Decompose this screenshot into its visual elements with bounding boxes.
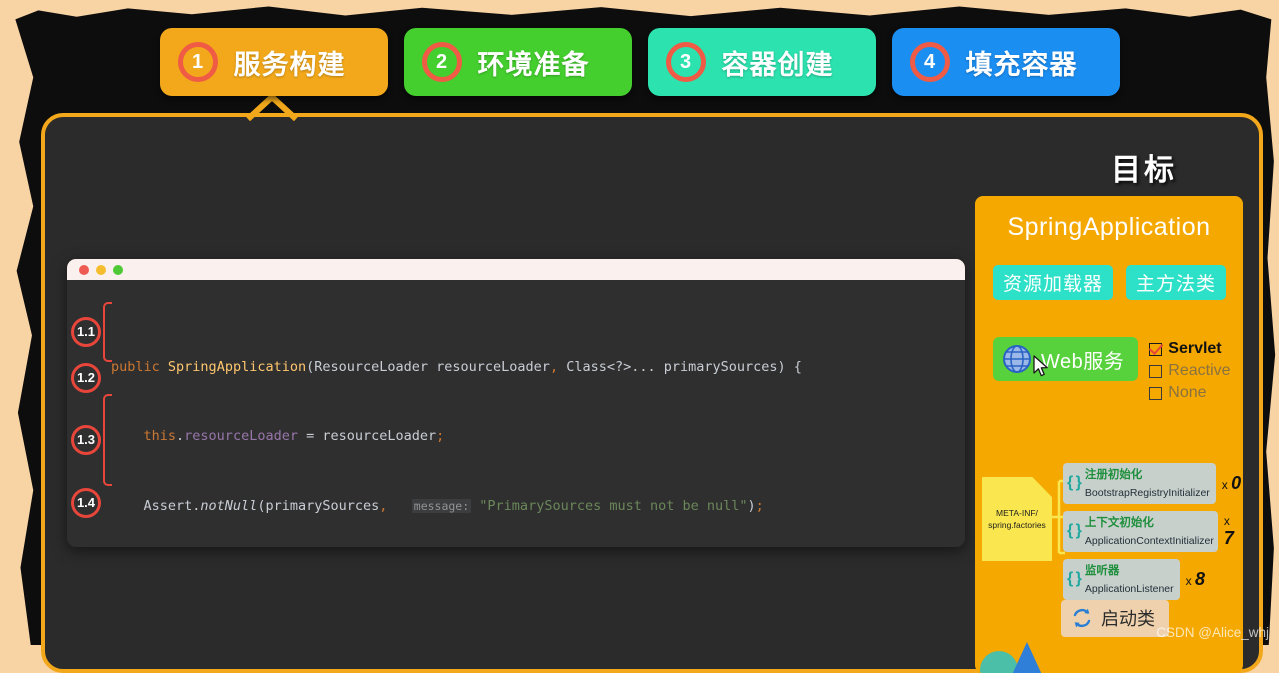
step-marker-1-3: 1.3 <box>71 425 101 455</box>
circle-shape-icon <box>980 651 1018 673</box>
close-icon[interactable] <box>79 265 89 275</box>
checkbox-row-reactive[interactable]: Reactive <box>1149 360 1230 382</box>
chip-main-method-class[interactable]: 主方法类 <box>1126 265 1226 300</box>
main-content-panel: 目标 public SpringApplication(ResourceLoad… <box>41 113 1263 673</box>
globe-icon <box>1002 344 1032 374</box>
web-service-button[interactable]: Web服务 <box>993 337 1138 381</box>
factories-list: { } 注册初始化 BootstrapRegistryInitializer x… <box>1063 463 1243 607</box>
code-window-titlebar <box>67 259 965 280</box>
code-content: public SpringApplication(ResourceLoader … <box>67 280 965 547</box>
factory-en-label: BootstrapRegistryInitializer <box>1085 487 1210 499</box>
factory-chip-bootstrap-registry-initializer[interactable]: { } 注册初始化 BootstrapRegistryInitializer <box>1063 463 1216 504</box>
checkbox-row-none[interactable]: None <box>1149 382 1230 404</box>
code-window: public SpringApplication(ResourceLoader … <box>67 259 965 547</box>
checkbox-none-label: None <box>1168 384 1206 402</box>
tab-step-1[interactable]: 1 服务构建 <box>160 28 388 96</box>
web-service-row: Web服务 Servlet Reactive None <box>993 337 1243 404</box>
factory-count-value: 7 <box>1224 528 1234 548</box>
tab-step-3[interactable]: 3 容器创建 <box>648 28 876 96</box>
active-tab-pointer-icon <box>246 95 298 121</box>
factory-count: x 8 <box>1186 569 1205 590</box>
start-class-label: 启动类 <box>1101 605 1155 631</box>
decorative-shapes <box>975 636 1085 673</box>
spring-application-card: SpringApplication 资源加载器 主方法类 Web服务 <box>975 196 1243 673</box>
step-bracket <box>103 394 112 486</box>
factory-en-label: ApplicationContextInitializer <box>1085 535 1214 547</box>
checkbox-reactive-label: Reactive <box>1168 362 1230 380</box>
step-marker-1-4: 1.4 <box>71 488 101 518</box>
inline-parameter-hint: message: <box>412 499 471 513</box>
tab-step-4[interactable]: 4 填充容器 <box>892 28 1120 96</box>
factory-cn-label: 上下文初始化 <box>1085 517 1154 529</box>
spring-factories-group: META-INF/spring.factories { } 注册初始化 Boot… <box>975 459 1243 579</box>
meta-inf-file-label: META-INF/spring.factories <box>988 507 1046 531</box>
start-class-button[interactable]: 启动类 <box>1061 600 1169 637</box>
curly-braces-icon: { } <box>1067 570 1081 588</box>
maximize-icon[interactable] <box>113 265 123 275</box>
factory-count: x 7 <box>1224 514 1243 549</box>
tab-step-4-number: 4 <box>910 42 950 82</box>
checkbox-reactive-icon[interactable] <box>1149 365 1162 378</box>
step-tabs: 1 服务构建 2 环境准备 3 容器创建 4 填充容器 <box>0 28 1279 96</box>
multiply-symbol: x <box>1186 574 1192 588</box>
tab-step-3-label: 容器创建 <box>722 43 834 82</box>
multiply-symbol: x <box>1224 514 1230 528</box>
factory-count-value: 0 <box>1231 473 1241 493</box>
web-type-checklist: Servlet Reactive None <box>1149 337 1230 404</box>
checkbox-servlet-label: Servlet <box>1168 340 1221 358</box>
factory-count: x 0 <box>1222 473 1241 494</box>
checkbox-none-icon[interactable] <box>1149 387 1162 400</box>
factory-row: { } 监听器 ApplicationListener x 8 <box>1063 559 1243 600</box>
tab-step-2-label: 环境准备 <box>478 43 590 82</box>
factory-en-label: ApplicationListener <box>1085 583 1174 595</box>
card-title: SpringApplication <box>975 213 1243 242</box>
multiply-symbol: x <box>1222 478 1228 492</box>
checkbox-row-servlet[interactable]: Servlet <box>1149 338 1230 360</box>
refresh-cycle-icon <box>1071 607 1093 629</box>
tab-step-3-number: 3 <box>666 42 706 82</box>
factory-chip-application-context-initializer[interactable]: { } 上下文初始化 ApplicationContextInitializer <box>1063 511 1218 552</box>
factory-row: { } 注册初始化 BootstrapRegistryInitializer x… <box>1063 463 1243 504</box>
step-marker-1-1: 1.1 <box>71 317 101 347</box>
card-chip-row: 资源加载器 主方法类 <box>993 265 1243 300</box>
tab-step-1-number: 1 <box>178 42 218 82</box>
factory-cn-label: 注册初始化 <box>1085 469 1143 481</box>
code-line: Assert.notNull(primarySources, message: … <box>67 495 965 518</box>
tab-step-4-label: 填充容器 <box>966 43 1078 82</box>
step-bracket <box>103 302 112 362</box>
factory-count-value: 8 <box>1195 569 1205 589</box>
tab-step-1-label: 服务构建 <box>234 43 346 82</box>
tab-step-2[interactable]: 2 环境准备 <box>404 28 632 96</box>
factory-row: { } 上下文初始化 ApplicationContextInitializer… <box>1063 511 1243 552</box>
watermark: CSDN @Alice_whj <box>1156 625 1269 640</box>
factory-chip-application-listener[interactable]: { } 监听器 ApplicationListener <box>1063 559 1180 600</box>
page-title: 目标 <box>1111 145 1177 189</box>
curly-braces-icon: { } <box>1067 474 1081 492</box>
step-marker-1-2: 1.2 <box>71 363 101 393</box>
curly-braces-icon: { } <box>1067 522 1081 540</box>
tab-step-2-number: 2 <box>422 42 462 82</box>
chip-resource-loader[interactable]: 资源加载器 <box>993 265 1113 300</box>
minimize-icon[interactable] <box>96 265 106 275</box>
code-line: public SpringApplication(ResourceLoader … <box>67 356 965 379</box>
code-line: this.resourceLoader = resourceLoader; <box>67 425 965 448</box>
checkbox-servlet-icon[interactable] <box>1149 343 1162 356</box>
web-service-label: Web服务 <box>1041 345 1124 374</box>
mouse-cursor-icon <box>1033 355 1051 379</box>
factory-cn-label: 监听器 <box>1085 565 1120 577</box>
meta-inf-file-icon: META-INF/spring.factories <box>982 477 1052 561</box>
